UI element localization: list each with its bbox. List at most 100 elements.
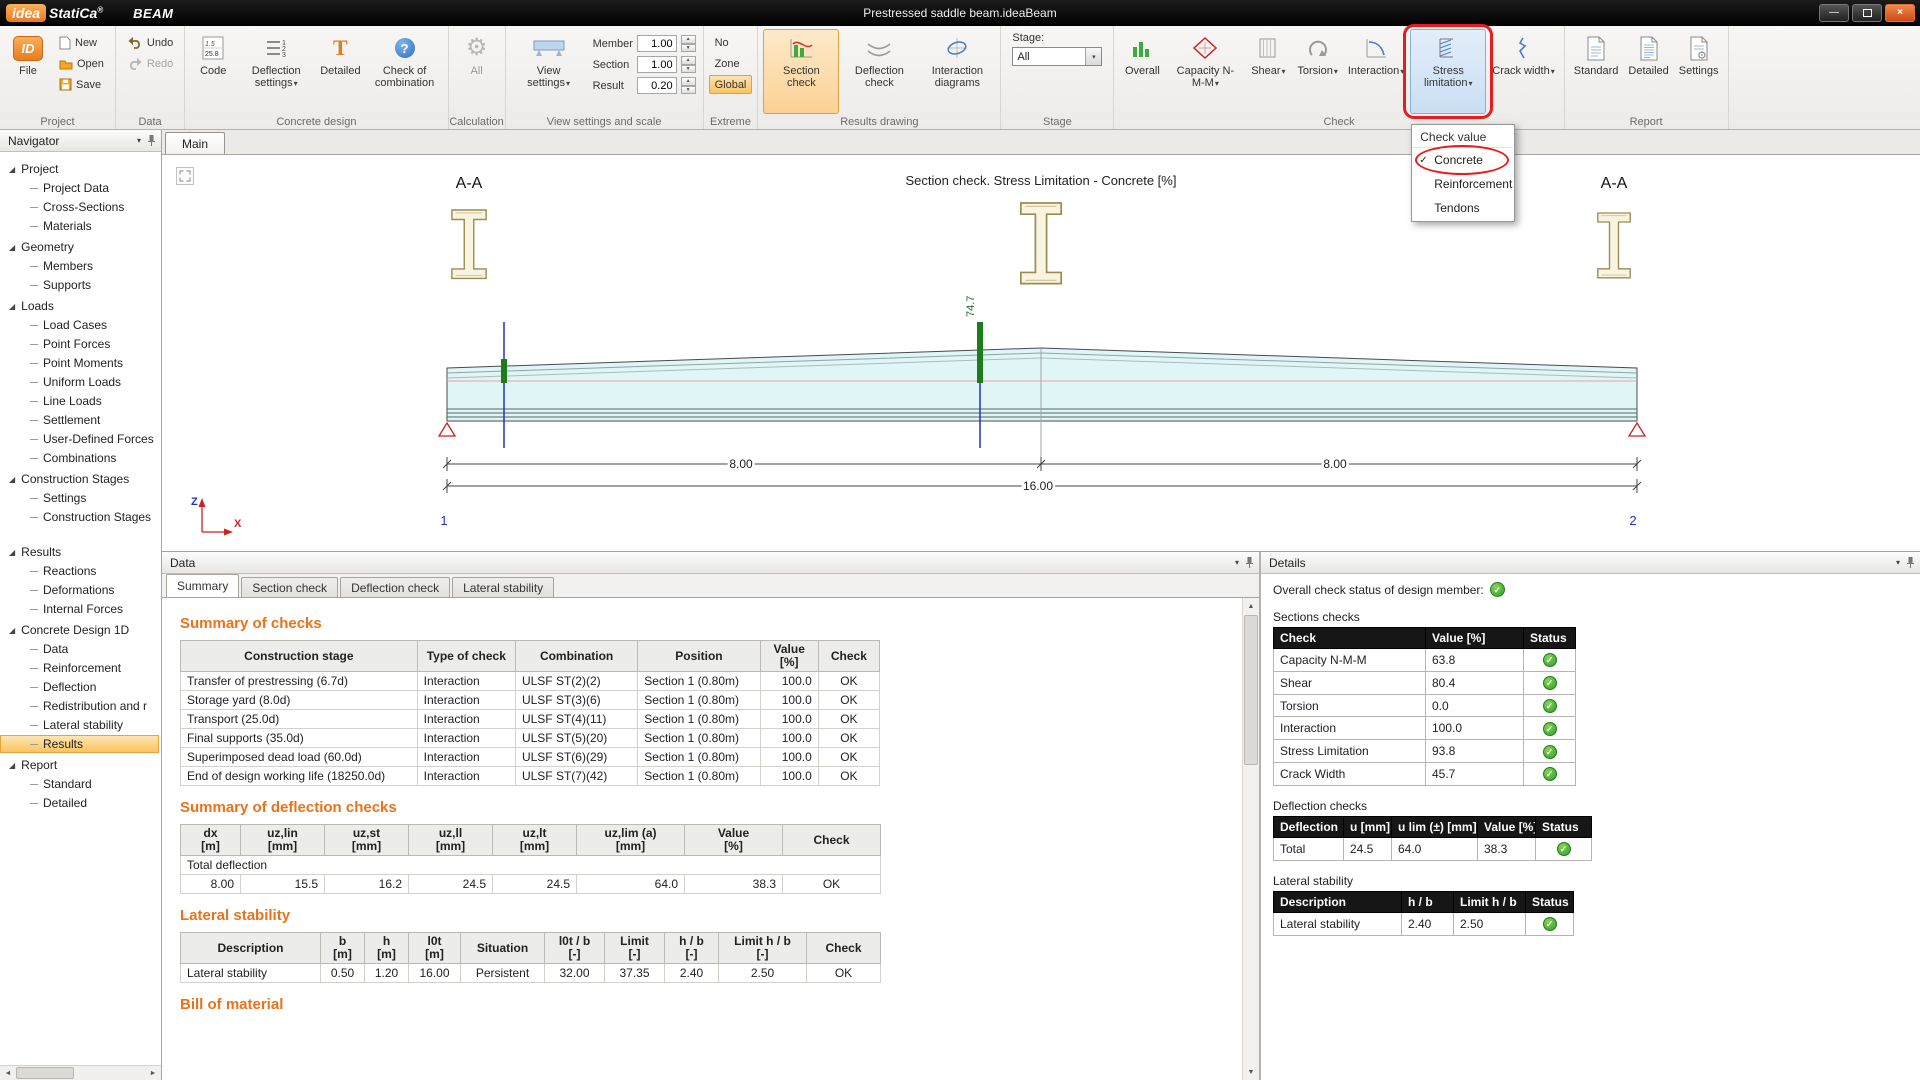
scroll-left-button[interactable]: ◄	[0, 1066, 16, 1080]
nav-item-materials[interactable]: Materials	[0, 217, 159, 235]
report-detailed-button[interactable]: Detailed	[1624, 29, 1672, 114]
check-stress-limitation-button[interactable]: Stress limitation▾	[1410, 29, 1487, 114]
deflection-check-button[interactable]: Deflection check	[841, 29, 917, 114]
nav-item-combinations[interactable]: Combinations	[0, 449, 159, 467]
nav-item-project-data[interactable]: Project Data	[0, 179, 159, 197]
scroll-thumb[interactable]	[1244, 615, 1258, 765]
open-button[interactable]: Open	[53, 54, 110, 73]
file-button[interactable]: ID File	[5, 29, 51, 114]
tab-lateral-stability[interactable]: Lateral stability	[452, 577, 555, 597]
expand-icon[interactable]	[176, 167, 194, 185]
tab-deflection-check[interactable]: Deflection check	[340, 577, 451, 597]
detailed-button[interactable]: T Detailed	[316, 29, 364, 114]
nav-item-settings[interactable]: Settings	[0, 489, 159, 507]
check-shear-button[interactable]: Shear▾	[1245, 29, 1291, 114]
scroll-track[interactable]	[16, 1066, 145, 1080]
nav-item-results[interactable]: Results	[0, 735, 159, 753]
tab-main[interactable]: Main	[165, 132, 226, 154]
data-vertical-scrollbar[interactable]: ▲ ▼	[1242, 598, 1259, 1080]
report-standard-button[interactable]: Standard	[1570, 29, 1623, 114]
undo-button[interactable]: Undo	[121, 33, 179, 52]
nav-item-standard[interactable]: Standard	[0, 775, 159, 793]
nav-item-deformations[interactable]: Deformations	[0, 581, 159, 599]
menu-item-tendons[interactable]: Tendons	[1413, 196, 1513, 220]
step-up-button[interactable]: ▲	[680, 35, 696, 44]
nav-item-point-forces[interactable]: Point Forces	[0, 335, 159, 353]
nav-item-deflection[interactable]: Deflection	[0, 678, 159, 696]
data-panel-pin-icon[interactable]	[1245, 556, 1254, 569]
scroll-thumb[interactable]	[16, 1067, 74, 1079]
scroll-down-button[interactable]: ▼	[1243, 1064, 1259, 1080]
check-capacity-button[interactable]: Capacity N-M-M▾	[1167, 29, 1243, 114]
nav-item-redistribution-and-r[interactable]: Redistribution and r	[0, 697, 159, 715]
check-torsion-button[interactable]: Torsion▾	[1293, 29, 1341, 114]
check-of-combination-button[interactable]: ? Check of combination	[367, 29, 443, 114]
section-scale-input[interactable]	[636, 56, 677, 73]
nav-item-construction-stages[interactable]: Construction Stages	[0, 508, 159, 526]
extreme-zone-button[interactable]: Zone	[709, 54, 753, 73]
minimize-button[interactable]: —	[1819, 4, 1849, 22]
navigator-pin-icon[interactable]	[147, 134, 156, 147]
interaction-diagrams-button[interactable]: Interaction diagrams	[919, 29, 995, 114]
member-scale-input[interactable]	[636, 35, 677, 52]
nav-section-concrete-design-1d[interactable]: ◢ Concrete Design 1D	[0, 621, 161, 639]
data-panel-collapse-caret-icon[interactable]: ▾	[1235, 558, 1239, 567]
nav-item-point-moments[interactable]: Point Moments	[0, 354, 159, 372]
nav-item-settlement[interactable]: Settlement	[0, 411, 159, 429]
new-button[interactable]: New	[53, 33, 110, 52]
close-button[interactable]: ×	[1885, 4, 1915, 22]
menu-item-reinforcement[interactable]: Reinforcement	[1413, 172, 1513, 196]
navigator-collapse-caret-icon[interactable]: ▾	[137, 136, 141, 145]
nav-item-lateral-stability[interactable]: Lateral stability	[0, 716, 159, 734]
stage-select-dropdown-button[interactable]: ▾	[1085, 48, 1102, 65]
calculate-all-button[interactable]: ⚙ All	[454, 29, 500, 114]
extreme-global-button[interactable]: Global	[708, 75, 753, 94]
scroll-up-button[interactable]: ▲	[1243, 598, 1259, 614]
step-up-button[interactable]: ▲	[680, 56, 696, 65]
navigator-horizontal-scrollbar[interactable]: ◄ ►	[0, 1065, 161, 1080]
nav-section-loads[interactable]: ◢ Loads	[0, 297, 161, 315]
extreme-no-button[interactable]: No	[709, 33, 753, 52]
view-settings-button[interactable]: View settings▾	[511, 29, 587, 114]
save-button[interactable]: Save	[53, 75, 110, 94]
nav-item-reinforcement[interactable]: Reinforcement	[0, 659, 159, 677]
check-crack-width-button[interactable]: Crack width▾	[1488, 29, 1558, 114]
stage-select[interactable]: All ▾	[1012, 47, 1103, 66]
nav-section-results[interactable]: ◢ Results	[0, 543, 161, 561]
nav-item-detailed[interactable]: Detailed	[0, 794, 159, 812]
result-scale-input[interactable]	[636, 77, 677, 94]
nav-item-supports[interactable]: Supports	[0, 276, 159, 294]
nav-item-line-loads[interactable]: Line Loads	[0, 392, 159, 410]
check-overall-button[interactable]: Overall	[1119, 29, 1165, 114]
maximize-button[interactable]	[1852, 4, 1882, 22]
redo-button[interactable]: Redo	[121, 54, 179, 73]
details-pin-icon[interactable]	[1906, 556, 1915, 569]
nav-item-internal-forces[interactable]: Internal Forces	[0, 600, 159, 618]
section-check-button[interactable]: Section check	[763, 29, 840, 114]
step-up-button[interactable]: ▲	[680, 77, 696, 86]
report-settings-button[interactable]: ⚙ Settings	[1675, 29, 1723, 114]
nav-item-data[interactable]: Data	[0, 640, 159, 658]
nav-section-geometry[interactable]: ◢ Geometry	[0, 238, 161, 256]
nav-item-members[interactable]: Members	[0, 257, 159, 275]
nav-section-report[interactable]: ◢ Report	[0, 756, 161, 774]
nav-item-cross-sections[interactable]: Cross-Sections	[0, 198, 159, 216]
deflection-settings-button[interactable]: 123 Deflection settings▾	[238, 29, 314, 114]
step-down-button[interactable]: ▼	[680, 43, 696, 52]
code-button[interactable]: 1.5 25.8 Code	[190, 29, 236, 114]
scroll-right-button[interactable]: ►	[145, 1066, 161, 1080]
check-interaction-button[interactable]: Interaction▾	[1344, 29, 1408, 114]
nav-section-project[interactable]: ◢ Project	[0, 160, 161, 178]
details-collapse-caret-icon[interactable]: ▾	[1896, 558, 1900, 567]
drawing-canvas[interactable]: A-A Section check. Stress Limitation - C…	[162, 155, 1920, 552]
tab-summary[interactable]: Summary	[166, 574, 240, 597]
menu-item-concrete[interactable]: ✓ Concrete	[1413, 148, 1513, 172]
step-down-button[interactable]: ▼	[680, 64, 696, 73]
nav-item-reactions[interactable]: Reactions	[0, 562, 159, 580]
nav-item-uniform-loads[interactable]: Uniform Loads	[0, 373, 159, 391]
nav-item-load-cases[interactable]: Load Cases	[0, 316, 159, 334]
tab-section-check[interactable]: Section check	[241, 577, 339, 597]
nav-section-construction-stages[interactable]: ◢ Construction Stages	[0, 470, 161, 488]
nav-item-user-defined-forces[interactable]: User-Defined Forces	[0, 430, 159, 448]
step-down-button[interactable]: ▼	[680, 85, 696, 94]
